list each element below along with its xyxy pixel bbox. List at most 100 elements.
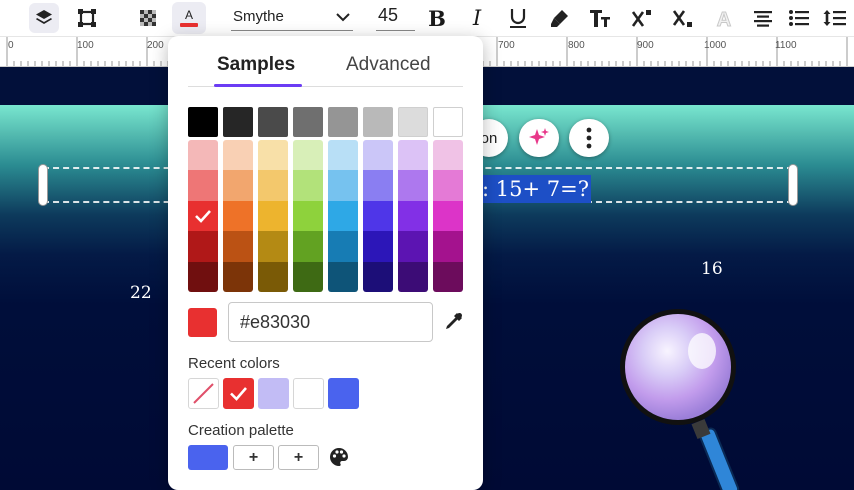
- gray-swatch[interactable]: [328, 107, 358, 137]
- current-color-swatch: [188, 308, 217, 337]
- resize-handle-left[interactable]: [38, 164, 48, 206]
- bullet-list-icon: [789, 10, 809, 26]
- color-swatch[interactable]: [433, 170, 463, 201]
- color-swatch[interactable]: [223, 231, 253, 262]
- ruler-label: 700: [498, 40, 515, 51]
- color-swatch[interactable]: [188, 170, 218, 201]
- color-swatch[interactable]: [398, 231, 428, 262]
- color-swatch[interactable]: [223, 170, 253, 201]
- color-swatch[interactable]: [398, 200, 428, 232]
- gray-swatch[interactable]: [433, 107, 463, 137]
- more-options-button[interactable]: [569, 119, 609, 157]
- color-swatch[interactable]: [188, 140, 218, 171]
- color-swatch[interactable]: [328, 231, 358, 262]
- gray-swatch[interactable]: [363, 107, 393, 137]
- layers-button[interactable]: [29, 3, 59, 33]
- magnifying-glass-image[interactable]: [610, 305, 760, 490]
- text-effects-button[interactable]: A: [709, 3, 739, 33]
- list-button[interactable]: [784, 3, 814, 33]
- selected-equation-text[interactable]: : 15+ 7=?: [480, 175, 591, 203]
- color-swatch[interactable]: [258, 200, 288, 232]
- color-swatch[interactable]: [293, 140, 323, 171]
- gray-swatch[interactable]: [293, 107, 323, 137]
- color-swatch[interactable]: [223, 140, 253, 171]
- color-swatch[interactable]: [398, 170, 428, 201]
- color-swatch[interactable]: [188, 261, 218, 292]
- color-swatch[interactable]: [258, 231, 288, 262]
- color-swatch[interactable]: [258, 261, 288, 292]
- partial-button-label: on: [480, 129, 498, 147]
- bold-button[interactable]: B: [422, 3, 452, 33]
- color-swatch[interactable]: [433, 200, 463, 232]
- gray-swatch[interactable]: [188, 107, 218, 137]
- eyedropper-icon[interactable]: [442, 311, 464, 333]
- color-swatch[interactable]: [328, 140, 358, 171]
- font-family-select[interactable]: Smythe: [231, 5, 353, 31]
- number-label-right[interactable]: 16: [701, 259, 723, 279]
- color-swatch[interactable]: [223, 200, 253, 232]
- add-color-button[interactable]: +: [233, 445, 274, 470]
- color-swatch[interactable]: [258, 140, 288, 171]
- underline-button[interactable]: [503, 3, 533, 33]
- gray-swatch[interactable]: [398, 107, 428, 137]
- color-swatch[interactable]: [293, 261, 323, 292]
- color-swatch[interactable]: [188, 200, 218, 232]
- sparkle-icon: [529, 128, 549, 145]
- ruler-label: 800: [568, 40, 585, 51]
- color-swatch[interactable]: [363, 231, 393, 262]
- color-swatch[interactable]: [363, 140, 393, 171]
- color-swatch[interactable]: [328, 261, 358, 292]
- color-swatch[interactable]: [293, 200, 323, 232]
- color-swatch[interactable]: [293, 170, 323, 201]
- color-swatch[interactable]: [433, 261, 463, 292]
- highlighter-icon: [551, 10, 568, 27]
- italic-button[interactable]: I: [462, 3, 492, 33]
- recent-color-swatch[interactable]: [328, 378, 359, 409]
- ruler-label: 1100: [775, 40, 797, 51]
- no-color-swatch[interactable]: [188, 378, 219, 409]
- color-column: [363, 140, 393, 292]
- highlight-button[interactable]: [545, 3, 575, 33]
- recent-color-swatch[interactable]: [258, 378, 289, 409]
- creation-palette-swatch[interactable]: [188, 445, 228, 470]
- color-swatch[interactable]: [363, 170, 393, 201]
- crop-button[interactable]: [72, 3, 102, 33]
- ruler-label: 1000: [704, 40, 727, 51]
- text-color-button[interactable]: A: [172, 2, 206, 34]
- color-swatch[interactable]: [433, 231, 463, 262]
- recent-color-swatch[interactable]: [223, 378, 254, 409]
- text-case-button[interactable]: [585, 3, 615, 33]
- align-button[interactable]: [748, 3, 778, 33]
- recent-color-swatch[interactable]: [293, 378, 324, 409]
- magic-ai-button[interactable]: [519, 119, 559, 157]
- color-swatch[interactable]: [328, 170, 358, 201]
- color-swatch[interactable]: [258, 170, 288, 201]
- gray-swatch[interactable]: [258, 107, 288, 137]
- color-swatch[interactable]: [328, 200, 358, 232]
- add-color-button[interactable]: +: [278, 445, 319, 470]
- color-swatch[interactable]: [363, 200, 393, 232]
- color-swatch[interactable]: [363, 261, 393, 292]
- tab-advanced[interactable]: Advanced: [346, 54, 431, 76]
- color-column: [188, 140, 218, 292]
- gray-swatch[interactable]: [223, 107, 253, 137]
- ruler-label: 0: [8, 40, 14, 51]
- color-swatch[interactable]: [398, 261, 428, 292]
- color-swatch[interactable]: [223, 261, 253, 292]
- color-swatch[interactable]: [188, 231, 218, 262]
- color-swatch[interactable]: [398, 140, 428, 171]
- transparency-button[interactable]: [133, 3, 163, 33]
- color-swatch[interactable]: [433, 140, 463, 171]
- number-label-left[interactable]: 22: [130, 283, 152, 303]
- palette-icon[interactable]: [328, 446, 350, 468]
- tab-samples[interactable]: Samples: [217, 54, 295, 76]
- line-spacing-button[interactable]: [820, 3, 850, 33]
- superscript-button[interactable]: [627, 3, 657, 33]
- subscript-button[interactable]: [668, 3, 698, 33]
- resize-handle-right[interactable]: [788, 164, 798, 206]
- color-swatch[interactable]: [293, 231, 323, 262]
- font-family-value: Smythe: [233, 8, 284, 25]
- align-center-icon: [754, 11, 772, 27]
- hex-color-input[interactable]: [228, 302, 433, 342]
- font-size-field[interactable]: 45: [376, 5, 415, 31]
